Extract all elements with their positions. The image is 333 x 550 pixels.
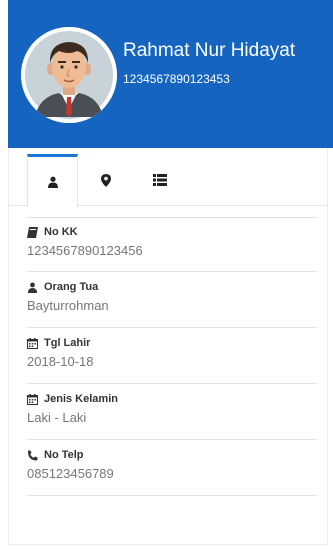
field-value: 1234567890123456: [27, 243, 143, 258]
field-orang-tua: Orang Tua Bayturrohman: [27, 279, 317, 313]
field-label: Tgl Lahir: [44, 337, 91, 349]
calendar-icon: [27, 337, 38, 349]
field-no-telp: No Telp 085123456789: [27, 447, 317, 481]
field-no-kk: No KK 1234567890123456: [27, 224, 317, 258]
profile-header: Rahmat Nur Hidayat 1234567890123453: [8, 0, 333, 148]
field-value: 2018-10-18: [27, 354, 94, 369]
field-label: Orang Tua: [44, 281, 99, 293]
avatar: [21, 27, 117, 123]
phone-icon: [28, 450, 38, 460]
field-label: No KK: [44, 226, 78, 238]
user-icon: [27, 282, 38, 293]
field-value: 085123456789: [27, 466, 114, 481]
field-label: No Telp: [44, 449, 84, 461]
profile-id-number: 1234567890123453: [123, 72, 230, 86]
calendar-icon: [27, 393, 38, 405]
field-value: Laki - Laki: [27, 410, 87, 425]
tab-location[interactable]: [81, 156, 130, 204]
field-jenis-kelamin: Jenis Kelamin Laki - Laki: [27, 391, 317, 425]
tab-bar: [9, 148, 327, 207]
tab-profile[interactable]: [27, 154, 78, 207]
profile-name: Rahmat Nur Hidayat: [123, 40, 296, 61]
divider: [27, 495, 317, 496]
tab-list[interactable]: [135, 156, 184, 204]
user-icon: [47, 176, 58, 188]
divider: [27, 439, 317, 440]
field-label: Jenis Kelamin: [44, 393, 118, 405]
book-icon: [27, 226, 38, 238]
list-icon: [152, 174, 167, 186]
divider: [27, 271, 317, 272]
divider: [27, 217, 317, 218]
field-tgl-lahir: Tgl Lahir 2018-10-18: [27, 335, 317, 369]
map-marker-icon: [100, 173, 111, 187]
profile-card: No KK 1234567890123456 Orang Tua Bayturr…: [8, 148, 328, 545]
divider: [27, 327, 317, 328]
divider: [27, 383, 317, 384]
field-value: Bayturrohman: [27, 298, 109, 313]
